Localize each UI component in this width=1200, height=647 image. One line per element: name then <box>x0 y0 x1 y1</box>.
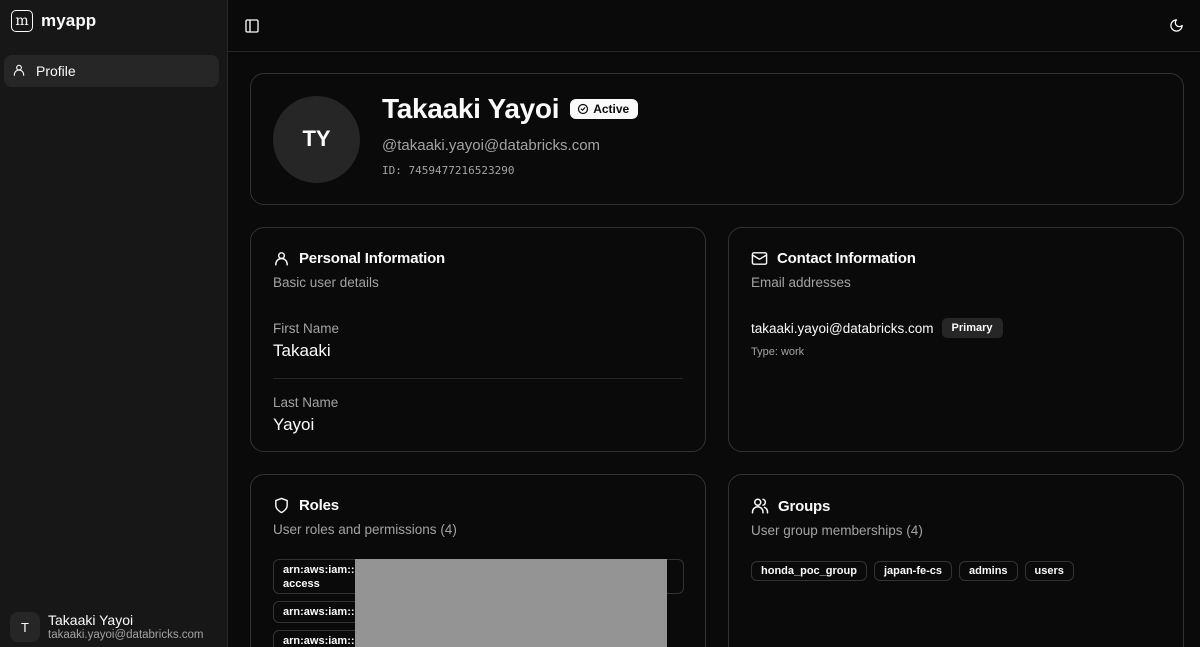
primary-badge: Primary <box>941 318 1003 338</box>
status-badge: Active <box>570 99 639 119</box>
card-description: Basic user details <box>273 275 379 290</box>
group-list: honda_poc_group japan-fe-cs admins users <box>751 561 1161 581</box>
last-name-label: Last Name <box>273 395 339 410</box>
card-description: User group memberships (4) <box>751 523 923 538</box>
users-icon <box>751 498 769 514</box>
last-name-value: Yayoi <box>273 415 315 434</box>
profile-name: Takaaki Yayoi <box>382 93 560 124</box>
group-badge: japan-fe-cs <box>873 561 953 581</box>
mail-icon <box>751 252 768 265</box>
topbar <box>228 0 1200 52</box>
profile-id: ID: 7459477216523290 <box>382 164 515 177</box>
card-title: Roles <box>299 497 339 514</box>
profile-handle: @takaaki.yayoi@databricks.com <box>382 137 601 154</box>
roles-card: Roles User roles and permissions (4) arn… <box>250 474 706 647</box>
main: TY Takaaki Yayoi Active @takaaki.yayoi@d… <box>228 0 1200 647</box>
divider <box>273 378 683 379</box>
user-avatar: T <box>10 612 40 642</box>
sidebar-item-label: Profile <box>36 63 76 79</box>
sidebar-item-profile[interactable]: Profile <box>4 55 219 87</box>
status-badge-label: Active <box>593 102 630 116</box>
first-name-value: Takaaki <box>273 341 331 360</box>
group-badge: honda_poc_group <box>751 561 867 581</box>
role-badge: arn:aws:iam:: <box>273 601 365 623</box>
first-name-label: First Name <box>273 321 340 336</box>
personal-information-card: Personal Information Basic user details … <box>250 227 706 452</box>
app-logo: m <box>11 10 33 32</box>
redaction-block <box>355 559 667 647</box>
role-badge: arn:aws:iam:: <box>273 630 365 647</box>
profile-avatar: TY <box>273 95 360 183</box>
sidebar-toggle-button[interactable] <box>242 16 262 36</box>
card-title: Personal Information <box>299 250 446 267</box>
sidebar-user[interactable]: T Takaaki Yayoi takaaki.yayoi@databricks… <box>10 611 221 643</box>
sidebar: m myapp Profile T Takaaki Yayoi takaaki.… <box>0 0 228 647</box>
brand[interactable]: m myapp <box>0 0 227 42</box>
card-title: Contact Information <box>777 250 916 267</box>
role-text: arn:aws:iam:: <box>283 635 355 647</box>
shield-icon <box>275 497 288 514</box>
role-text: arn:aws:iam:: <box>283 606 355 618</box>
info-grid: Personal Information Basic user details … <box>250 227 1184 647</box>
user-icon <box>12 63 26 80</box>
sidebar-nav: Profile <box>0 42 227 87</box>
panel-left-icon <box>245 18 259 33</box>
user-icon <box>275 252 288 266</box>
profile-card: TY Takaaki Yayoi Active @takaaki.yayoi@d… <box>250 73 1184 205</box>
email-type: Type: work <box>751 346 805 358</box>
app-name: myapp <box>41 11 97 30</box>
content: TY Takaaki Yayoi Active @takaaki.yayoi@d… <box>228 52 1200 647</box>
groups-card: Groups User group memberships (4) honda_… <box>728 474 1184 647</box>
moon-icon <box>1169 19 1183 32</box>
group-badge: users <box>1024 561 1074 581</box>
theme-toggle-button[interactable] <box>1166 16 1186 36</box>
card-description: User roles and permissions (4) <box>273 522 457 537</box>
card-title: Groups <box>778 497 831 515</box>
user-name: Takaaki Yayoi <box>48 612 134 628</box>
email-address[interactable]: takaaki.yayoi@databricks.com <box>751 321 934 336</box>
group-badge: admins <box>959 561 1018 581</box>
card-description: Email addresses <box>751 275 851 290</box>
profile-info: Takaaki Yayoi Active @takaaki.yayoi@data… <box>382 93 639 177</box>
app-root: m myapp Profile T Takaaki Yayoi takaaki.… <box>0 0 1200 647</box>
contact-information-card: Contact Information Email addresses taka… <box>728 227 1184 452</box>
user-email: takaaki.yayoi@databricks.com <box>48 629 204 641</box>
role-list: arn:aws:iam:: access arn:aws:iam:: arn:a… <box>273 559 684 647</box>
check-circle-icon <box>578 103 589 115</box>
